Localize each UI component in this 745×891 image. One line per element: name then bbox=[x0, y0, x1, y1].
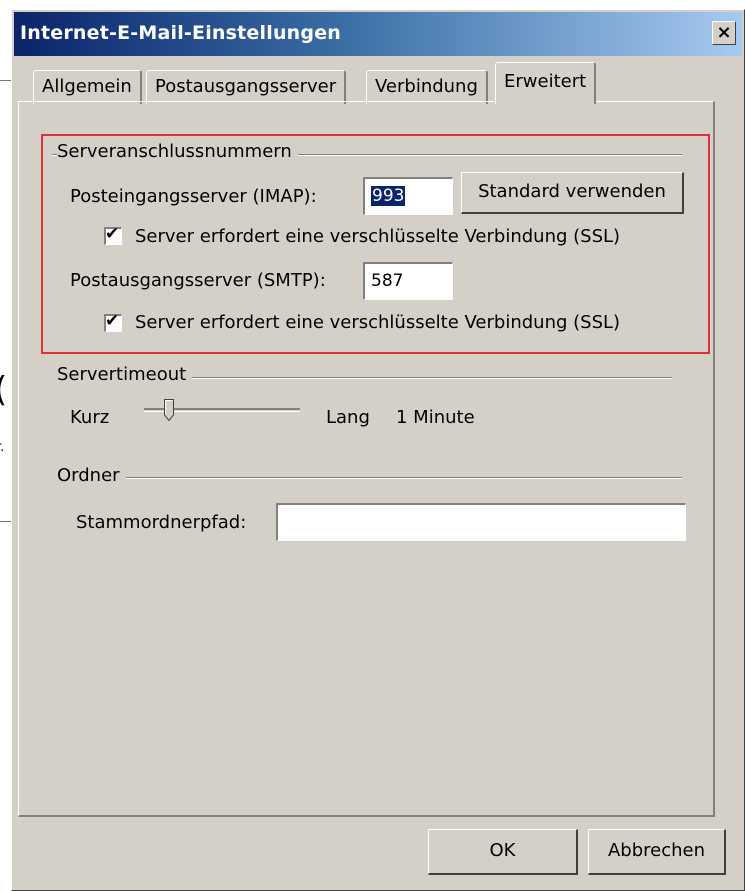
background-window-edge-top bbox=[0, 80, 11, 81]
group-folders-label: Ordner bbox=[57, 465, 126, 486]
timeout-slider-thumb[interactable] bbox=[164, 399, 174, 421]
checkmark-icon: ✔ bbox=[105, 224, 120, 244]
tab-label: Allgemein bbox=[42, 76, 132, 97]
root-path-label: Stammordnerpfad: bbox=[76, 512, 247, 533]
group-divider bbox=[57, 477, 682, 479]
smtp-ssl-checkbox[interactable]: ✔ bbox=[104, 311, 122, 332]
tab-postausgangsserver[interactable]: Postausgangsserver bbox=[146, 70, 347, 104]
ok-button[interactable]: OK bbox=[428, 829, 578, 875]
group-server-ports-label: Serveranschlussnummern bbox=[57, 141, 298, 162]
background-window-fragment: ( bbox=[0, 370, 7, 410]
group-timeout-label: Servertimeout bbox=[57, 364, 193, 385]
close-icon: × bbox=[716, 22, 732, 43]
checkmark-icon: ✔ bbox=[105, 311, 120, 331]
ok-label: OK bbox=[489, 840, 516, 861]
imap-port-value: 993 bbox=[371, 186, 406, 206]
smtp-port-input[interactable]: 587 bbox=[363, 262, 453, 300]
use-default-button[interactable]: Standard verwenden bbox=[461, 172, 684, 214]
tab-allgemein[interactable]: Allgemein bbox=[33, 70, 142, 104]
timeout-value: 1 Minute bbox=[396, 407, 475, 428]
cancel-button[interactable]: Abbrechen bbox=[588, 829, 726, 875]
imap-port-input[interactable]: 993 bbox=[363, 177, 453, 215]
tab-erweitert[interactable]: Erweitert bbox=[495, 62, 597, 104]
timeout-long-label: Lang bbox=[326, 407, 370, 428]
window-title: Internet-E-Mail-Einstellungen bbox=[20, 22, 342, 44]
title-bar[interactable]: Internet-E-Mail-Einstellungen × bbox=[14, 12, 742, 56]
tab-label: Postausgangsserver bbox=[155, 76, 337, 97]
imap-ssl-label: Server erfordert eine verschlüsselte Ver… bbox=[135, 226, 621, 247]
timeout-short-label: Kurz bbox=[70, 407, 110, 428]
close-button[interactable]: × bbox=[712, 21, 736, 45]
tab-verbindung[interactable]: Verbindung bbox=[366, 70, 488, 104]
root-path-input[interactable] bbox=[276, 503, 686, 541]
tab-label: Erweitert bbox=[504, 71, 587, 92]
background-window-fragment-text: r. bbox=[0, 440, 5, 455]
use-default-label: Standard verwenden bbox=[478, 181, 666, 202]
cancel-label: Abbrechen bbox=[607, 840, 706, 861]
tab-label: Verbindung bbox=[375, 76, 478, 97]
smtp-ssl-label: Server erfordert eine verschlüsselte Ver… bbox=[135, 312, 621, 333]
imap-ssl-checkbox[interactable]: ✔ bbox=[104, 224, 122, 245]
smtp-port-value: 587 bbox=[371, 271, 404, 291]
smtp-port-label: Postausgangsserver (SMTP): bbox=[70, 270, 326, 291]
imap-port-label: Posteingangsserver (IMAP): bbox=[70, 186, 317, 207]
background-window-edge-bottom bbox=[0, 521, 11, 522]
